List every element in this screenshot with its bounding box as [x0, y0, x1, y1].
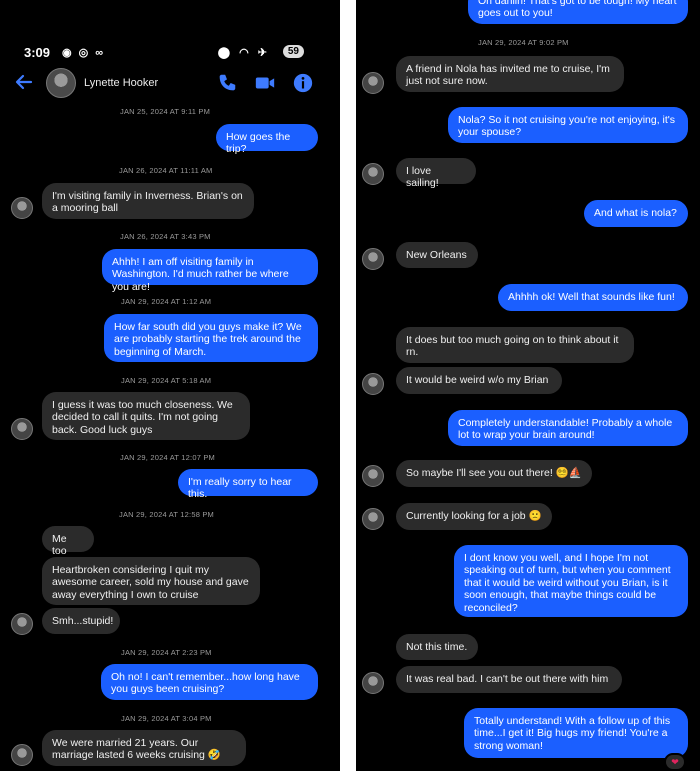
notification-icons: ◉ ◎ ∞ — [62, 47, 106, 59]
video-call-icon[interactable] — [254, 72, 276, 94]
received-message[interactable]: Me too — [42, 526, 94, 557]
contact-avatar-small — [11, 197, 33, 219]
received-message[interactable]: I'm visiting family in Inverness. Brian'… — [42, 183, 254, 219]
sent-message[interactable]: Oh no! I can't remember...how long have … — [101, 664, 318, 700]
battery-badge: 59 — [282, 45, 304, 58]
sent-message[interactable]: Nola? So it not cruising you're not enjo… — [448, 107, 688, 143]
sent-message[interactable]: Ahhh! I am off visiting family in Washin… — [102, 249, 318, 293]
received-message[interactable]: We were married 21 years. Our marriage l… — [42, 730, 246, 766]
timestamp: JAN 29, 2024 AT 3:04 PM — [121, 714, 212, 723]
received-message[interactable]: Heartbroken considering I quit my awesom… — [42, 557, 260, 605]
contact-avatar-small — [362, 465, 384, 487]
right-screenshot-panel: Oh dahlin! That's got to be tough! My he… — [356, 0, 700, 771]
timestamp: JAN 25, 2024 AT 9:11 PM — [120, 107, 211, 116]
timestamp: JAN 26, 2024 AT 3:43 PM — [120, 232, 211, 241]
contact-avatar-small — [11, 418, 33, 440]
timestamp: JAN 29, 2024 AT 12:07 PM — [120, 453, 215, 462]
timestamp: JAN 29, 2024 AT 5:18 AM — [121, 376, 212, 385]
contact-avatar[interactable] — [46, 68, 76, 98]
received-message[interactable]: Not this time. — [396, 634, 478, 660]
received-message[interactable]: I guess it was too much closeness. We de… — [42, 392, 250, 440]
sent-message[interactable]: Ahhhh ok! Well that sounds like fun! — [498, 284, 688, 311]
sent-message[interactable]: How far south did you guys make it? We a… — [104, 314, 318, 362]
timestamp: JAN 29, 2024 AT 1:12 AM — [121, 297, 212, 306]
contact-avatar-small — [362, 72, 384, 94]
phone-icon[interactable] — [216, 72, 238, 94]
sent-message[interactable]: How goes the trip? — [216, 124, 318, 155]
received-message[interactable]: So maybe I'll see you out there! 😵‍💫⛵ — [396, 460, 592, 487]
received-message[interactable]: A friend in Nola has invited me to cruis… — [396, 56, 624, 92]
received-message[interactable]: I love sailing! — [396, 158, 476, 189]
contact-avatar-small — [11, 744, 33, 766]
chat-header: Lynette Hooker — [0, 68, 340, 102]
received-message[interactable]: New Orleans — [396, 242, 478, 268]
received-message[interactable]: It would be weird w/o my Brian — [396, 367, 562, 394]
contact-avatar-small — [362, 373, 384, 395]
contact-avatar-small — [11, 613, 33, 635]
timestamp: JAN 29, 2024 AT 12:58 PM — [119, 510, 214, 519]
contact-avatar-small — [362, 508, 384, 530]
sent-message[interactable]: I'm really sorry to hear this. — [178, 469, 318, 500]
back-arrow-icon[interactable] — [14, 72, 34, 92]
contact-name[interactable]: Lynette Hooker — [84, 77, 158, 89]
sent-message[interactable]: Completely understandable! Probably a wh… — [448, 410, 688, 446]
status-bar: 3:09 ◉ ◎ ∞ ⬤ ◠ ✈ 59 — [0, 42, 340, 64]
signal-icons: ⬤ ◠ ✈ — [217, 47, 270, 59]
sent-message[interactable]: I dont know you well, and I hope I'm not… — [454, 545, 688, 617]
heart-reaction-icon[interactable]: ❤ — [664, 753, 686, 771]
timestamp: JAN 29, 2024 AT 9:02 PM — [478, 38, 569, 47]
received-message[interactable]: It does but too much going on to think a… — [396, 327, 634, 363]
received-message[interactable]: Currently looking for a job 🙁 — [396, 503, 552, 530]
sent-message[interactable]: And what is nola? — [584, 200, 688, 227]
left-screenshot-panel: 3:09 ◉ ◎ ∞ ⬤ ◠ ✈ 59 Lynette Hooker JAN 2… — [0, 0, 340, 771]
status-time: 3:09 — [24, 45, 51, 60]
timestamp: JAN 26, 2024 AT 11:11 AM — [119, 166, 213, 175]
contact-avatar-small — [362, 248, 384, 270]
received-message[interactable]: It was real bad. I can't be out there wi… — [396, 666, 622, 693]
timestamp: JAN 29, 2024 AT 2:23 PM — [121, 648, 212, 657]
info-icon[interactable] — [292, 72, 314, 94]
contact-avatar-small — [362, 672, 384, 694]
received-message[interactable]: Smh...stupid! — [42, 608, 120, 634]
sent-message[interactable]: Totally understand! With a follow up of … — [464, 708, 688, 758]
sent-message[interactable]: Oh dahlin! That's got to be tough! My he… — [468, 0, 688, 24]
contact-avatar-small — [362, 163, 384, 185]
